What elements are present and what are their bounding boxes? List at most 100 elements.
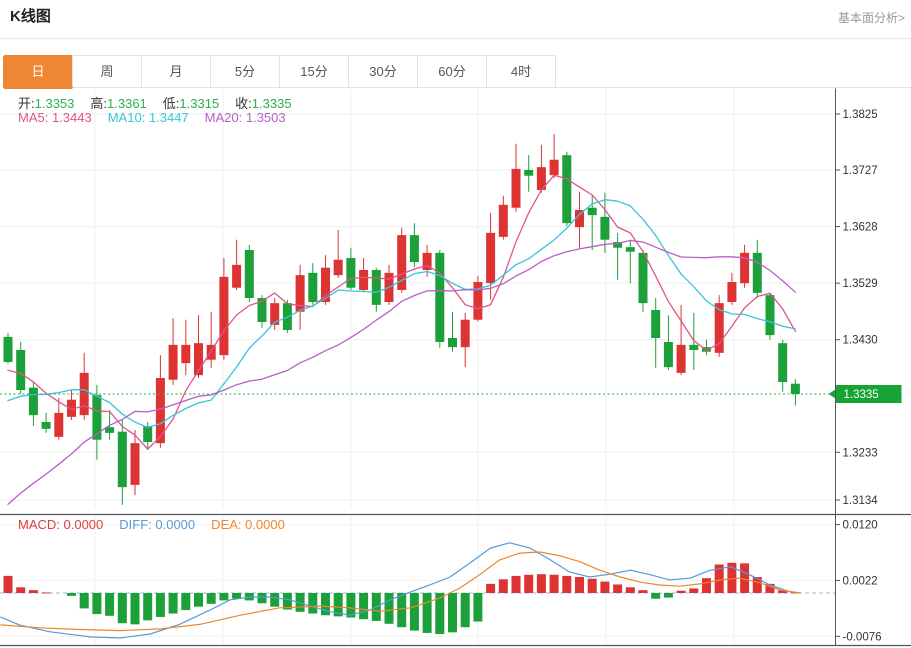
ohlc-value-0: 1.3353 — [35, 96, 75, 111]
candle-body — [156, 378, 165, 443]
ma5-line — [8, 175, 795, 449]
candle-body — [600, 217, 609, 240]
candle-body — [143, 426, 152, 442]
tab-period-0[interactable]: 日 — [3, 55, 73, 89]
candle-body — [410, 235, 419, 262]
tab-period-4[interactable]: 15分 — [279, 55, 349, 87]
candle-body — [664, 342, 673, 367]
candle-body — [689, 345, 698, 350]
candle-body — [448, 338, 457, 347]
macd-bar — [575, 577, 584, 593]
tab-period-2[interactable]: 月 — [141, 55, 211, 87]
ohlc-label-2: 低: — [163, 96, 180, 111]
macd-bar — [626, 587, 635, 593]
macd-histogram — [4, 563, 800, 634]
macd-bar — [181, 593, 190, 610]
macd-bar — [562, 576, 571, 593]
candle-body — [4, 337, 13, 362]
macd-bar — [143, 593, 152, 620]
kline-page: { "header": { "title": "K线图", "link": "基… — [0, 0, 911, 648]
macd-bar — [67, 593, 76, 596]
macd-bar — [753, 577, 762, 593]
macd-bar — [194, 593, 203, 607]
ma-text-2: MA20: 1.3503 — [205, 110, 286, 125]
candle-body — [778, 343, 787, 382]
price-tick-label: 1.3430 — [843, 335, 878, 347]
macd-text-1: DIFF: 0.0000 — [119, 517, 195, 532]
ma-item-1: MA10: 1.3447 — [108, 110, 189, 125]
candle-body — [181, 345, 190, 363]
candle-body — [372, 270, 381, 305]
candle-body — [524, 170, 533, 176]
macd-bar — [397, 593, 406, 627]
tab-period-6[interactable]: 60分 — [417, 55, 487, 87]
macd-text-0: MACD: 0.0000 — [18, 517, 103, 532]
macd-bar — [651, 593, 660, 599]
macd-bar — [689, 588, 698, 593]
tab-period-3[interactable]: 5分 — [210, 55, 280, 87]
macd-bar — [105, 593, 114, 616]
macd-bar — [359, 593, 368, 619]
macd-bar — [385, 593, 394, 624]
page-title: K线图 — [10, 5, 51, 26]
ohlc-label-0: 开: — [18, 96, 35, 111]
candle-body — [29, 388, 38, 415]
macd-bar — [702, 578, 711, 593]
ohlc-value-2: 1.3315 — [179, 96, 219, 111]
candle-body — [626, 247, 635, 252]
candle-body — [54, 413, 63, 437]
macd-bar — [512, 576, 521, 593]
price-tick-label: 1.3233 — [843, 447, 878, 459]
fundamental-analysis-link[interactable]: 基本面分析> — [838, 9, 905, 26]
macd-bar — [156, 593, 165, 617]
candle-body — [435, 253, 444, 342]
grid-lines — [0, 89, 835, 645]
macd-bar — [486, 584, 495, 593]
macd-bar — [80, 593, 89, 608]
macd-item-1: DIFF: 0.0000 — [119, 517, 195, 532]
price-tick-label: 1.3529 — [843, 278, 878, 290]
macd-bar — [169, 593, 178, 614]
ma-item-0: MA5: 1.3443 — [18, 110, 92, 125]
candle-body — [499, 205, 508, 237]
macd-bar — [588, 579, 597, 593]
candle-body — [308, 273, 317, 302]
ma-legend: MA5: 1.3443 MA10: 1.3447 MA20: 1.3503 — [18, 110, 302, 125]
macd-bar — [639, 590, 648, 593]
candle-body — [588, 208, 597, 215]
macd-bar — [92, 593, 101, 614]
tab-period-5[interactable]: 30分 — [348, 55, 418, 87]
y-axis-labels: 1.38251.37271.36281.35291.34301.32331.31… — [836, 109, 882, 643]
candle-body — [753, 253, 762, 293]
macd-bar — [423, 593, 432, 633]
candle-body — [461, 320, 470, 347]
macd-bar — [499, 579, 508, 593]
ma-text-0: MA5: 1.3443 — [18, 110, 92, 125]
macd-bar — [550, 575, 559, 593]
candle-body — [550, 160, 559, 175]
macd-bar — [461, 593, 470, 627]
macd-bar — [232, 593, 241, 599]
macd-legend: MACD: 0.0000DIFF: 0.0000DEA: 0.0000 — [18, 517, 301, 532]
candle-body — [486, 233, 495, 283]
current-price-tag: 1.3335 — [829, 385, 902, 403]
price-tick-label: 1.3134 — [843, 495, 879, 507]
macd-bar — [270, 593, 279, 607]
candle-body — [346, 258, 355, 288]
candle-body — [651, 310, 660, 338]
candle-body — [677, 345, 686, 373]
ohlc-label-3: 收: — [235, 96, 252, 111]
candle-body — [334, 260, 343, 275]
macd-bar — [207, 593, 216, 604]
candle-body — [42, 422, 51, 429]
candle-body — [727, 282, 736, 302]
candle-body — [512, 169, 521, 208]
candle-body — [766, 295, 775, 335]
ohlc-label-1: 高: — [90, 96, 107, 111]
macd-bar — [410, 593, 419, 631]
macd-bar — [524, 575, 533, 593]
tab-period-1[interactable]: 周 — [72, 55, 142, 87]
macd-bar — [537, 574, 546, 593]
tab-period-7[interactable]: 4时 — [486, 55, 556, 87]
ma-item-2: MA20: 1.3503 — [205, 110, 286, 125]
